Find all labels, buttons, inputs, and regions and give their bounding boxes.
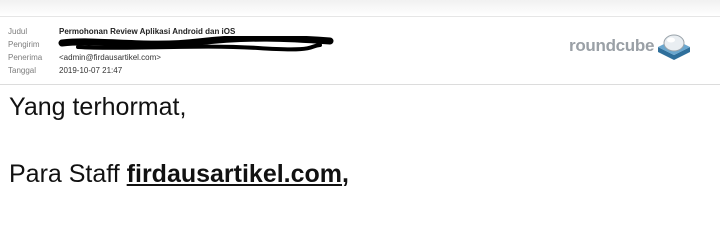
header-divider xyxy=(0,84,720,85)
to-label: Penerima xyxy=(8,53,43,62)
greeting-text: Yang terhormat, xyxy=(9,93,187,121)
subject-label: Judul xyxy=(8,27,28,36)
from-label: Pengirim xyxy=(8,40,40,49)
redaction-scribble xyxy=(58,36,334,52)
roundcube-cube-icon xyxy=(658,34,691,60)
roundcube-logo: roundcube xyxy=(569,26,703,66)
logo-text: roundcube xyxy=(569,36,655,55)
site-link[interactable]: firdausartikel.com xyxy=(127,160,342,188)
staff-prefix: Para Staff xyxy=(9,160,127,188)
staff-line: Para Staff firdausartikel.com, xyxy=(9,160,349,189)
date-label: Tanggal xyxy=(8,66,37,75)
to-value[interactable]: <admin@firdausartikel.com> xyxy=(59,53,161,62)
date-value: 2019-10-07 21:47 xyxy=(59,66,123,75)
staff-suffix: , xyxy=(342,160,349,188)
date-row: Tanggal 2019-10-07 21:47 xyxy=(8,65,122,76)
top-bar xyxy=(0,0,720,17)
to-row: Penerima <admin@firdausartikel.com> xyxy=(8,52,161,63)
subject-value: Permohonan Review Aplikasi Android dan i… xyxy=(59,27,236,36)
from-row: Pengirim xyxy=(8,39,59,50)
